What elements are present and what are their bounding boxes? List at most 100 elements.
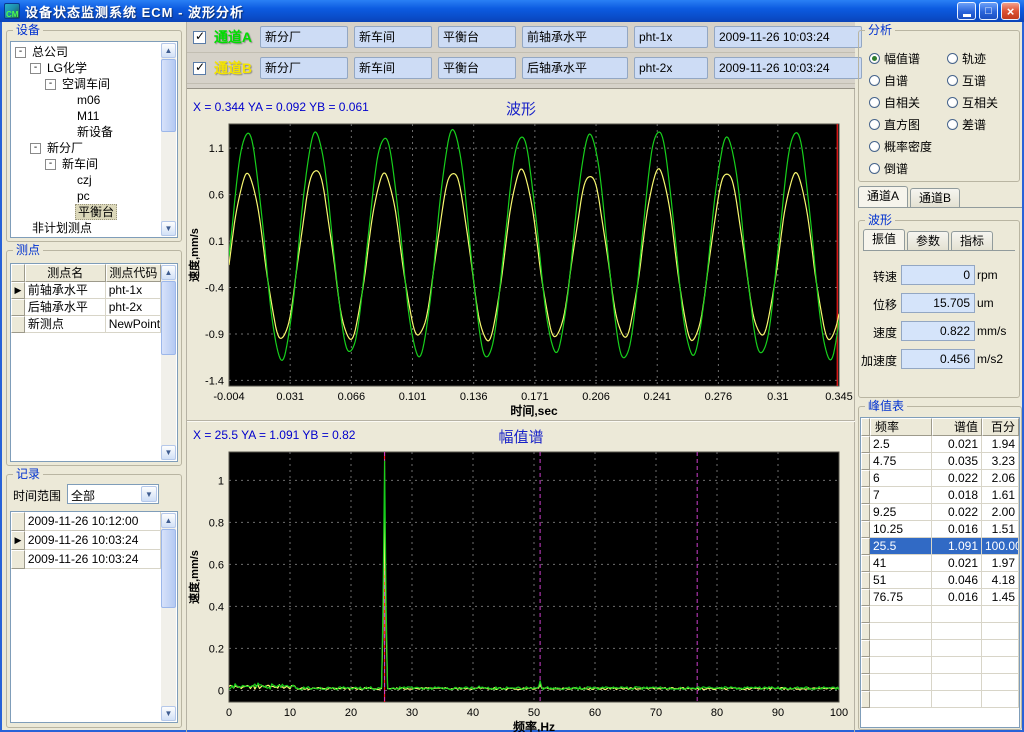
analysis-option[interactable]: 直方图 bbox=[869, 113, 947, 135]
tree-collapse-icon[interactable]: - bbox=[30, 63, 41, 74]
points-row[interactable]: 后轴承水平pht-2x bbox=[11, 299, 161, 316]
waveform-plot[interactable]: -0.0040.0310.0660.1010.1360.1710.2060.24… bbox=[187, 118, 855, 418]
peak-row[interactable] bbox=[861, 657, 1019, 674]
analysis-option[interactable]: 轨迹 bbox=[947, 47, 998, 69]
spectrum-plot[interactable]: 010203040506070809010000.20.40.60.81频率,H… bbox=[187, 446, 855, 732]
peak-row[interactable] bbox=[861, 606, 1019, 623]
analysis-option[interactable]: 倒谱 bbox=[869, 157, 947, 179]
scroll-up-icon[interactable]: ▲ bbox=[161, 265, 176, 280]
peak-row[interactable]: 10.250.0161.51 bbox=[861, 521, 1019, 538]
peaks-col-0[interactable]: 频率 bbox=[870, 418, 932, 436]
peak-row[interactable]: 25.51.091100.00 bbox=[861, 538, 1019, 555]
scroll-thumb[interactable] bbox=[161, 59, 176, 132]
tree-node[interactable]: -LG化学 bbox=[12, 60, 161, 76]
radio-icon[interactable] bbox=[869, 163, 880, 174]
analysis-option[interactable]: 差谱 bbox=[947, 113, 998, 135]
tree-node[interactable]: -空调车间 bbox=[12, 76, 161, 92]
radio-icon[interactable] bbox=[947, 119, 958, 130]
points-row[interactable]: ▶前轴承水平pht-1x bbox=[11, 282, 161, 299]
peak-row[interactable]: 60.0222.06 bbox=[861, 470, 1019, 487]
analysis-option[interactable]: 幅值谱 bbox=[869, 47, 947, 69]
tree-collapse-icon[interactable]: - bbox=[45, 159, 56, 170]
tree-node[interactable]: -总公司 bbox=[12, 44, 161, 60]
tab-参数[interactable]: 参数 bbox=[907, 231, 949, 250]
scroll-down-icon[interactable]: ▼ bbox=[161, 706, 176, 721]
tree-node[interactable]: -新分厂 bbox=[12, 140, 161, 156]
radio-icon[interactable] bbox=[869, 75, 880, 86]
peak-row[interactable] bbox=[861, 623, 1019, 640]
peak-row[interactable]: 9.250.0222.00 bbox=[861, 504, 1019, 521]
device-tree-scrollbar[interactable]: ▲▼ bbox=[161, 43, 176, 236]
channel-checkbox[interactable]: ✓ bbox=[193, 62, 206, 75]
radio-icon[interactable] bbox=[869, 119, 880, 130]
measure-field-value[interactable]: 15.705 bbox=[901, 293, 975, 313]
channel-field[interactable]: 后轴承水平 bbox=[522, 57, 628, 79]
radio-icon[interactable] bbox=[947, 75, 958, 86]
peak-row[interactable]: 510.0464.18 bbox=[861, 572, 1019, 589]
tree-node[interactable]: czj bbox=[12, 172, 161, 188]
points-col-name[interactable]: 测点名 bbox=[25, 264, 106, 282]
scroll-thumb[interactable] bbox=[161, 529, 176, 608]
tree-collapse-icon[interactable]: - bbox=[15, 47, 26, 58]
record-row[interactable]: 2009-11-26 10:03:24 bbox=[11, 550, 161, 569]
records-scrollbar[interactable]: ▲▼ bbox=[161, 513, 176, 721]
radio-icon[interactable] bbox=[869, 53, 880, 64]
peak-row[interactable]: 4.750.0353.23 bbox=[861, 453, 1019, 470]
tree-node[interactable]: M11 bbox=[12, 108, 161, 124]
peak-row[interactable]: 70.0181.61 bbox=[861, 487, 1019, 504]
restore-button[interactable]: □ bbox=[979, 2, 998, 20]
measure-field-value[interactable]: 0.822 bbox=[901, 321, 975, 341]
channel-field[interactable]: 新车间 bbox=[354, 57, 432, 79]
channel-field[interactable]: 前轴承水平 bbox=[522, 26, 628, 48]
analysis-option[interactable]: 互谱 bbox=[947, 69, 998, 91]
channel-field[interactable]: 新分厂 bbox=[260, 57, 348, 79]
points-scrollbar[interactable]: ▲▼ bbox=[161, 265, 176, 460]
analysis-option[interactable]: 自谱 bbox=[869, 69, 947, 91]
tree-node[interactable]: m06 bbox=[12, 92, 161, 108]
peak-row[interactable]: 76.750.0161.45 bbox=[861, 589, 1019, 606]
tree-node[interactable]: pc bbox=[12, 188, 161, 204]
time-range-combo[interactable]: 全部 ▼ bbox=[67, 484, 159, 504]
channel-checkbox[interactable]: ✓ bbox=[193, 31, 206, 44]
close-button[interactable]: × bbox=[1001, 2, 1020, 20]
points-col-code[interactable]: 测点代码 bbox=[106, 264, 161, 282]
radio-icon[interactable] bbox=[947, 97, 958, 108]
scroll-thumb[interactable] bbox=[161, 281, 176, 355]
analysis-option[interactable]: 互相关 bbox=[947, 91, 998, 113]
radio-icon[interactable] bbox=[869, 97, 880, 108]
peak-row[interactable] bbox=[861, 640, 1019, 657]
channel-field[interactable]: 平衡台 bbox=[438, 57, 516, 79]
tab-振值[interactable]: 振值 bbox=[863, 229, 905, 250]
radio-icon[interactable] bbox=[869, 141, 880, 152]
tree-node[interactable]: 平衡台 bbox=[12, 204, 161, 220]
tree-node[interactable]: 新设备 bbox=[12, 124, 161, 140]
tab-通道A[interactable]: 通道A bbox=[858, 186, 908, 207]
analysis-option[interactable]: 自相关 bbox=[869, 91, 947, 113]
measure-field-value[interactable]: 0.456 bbox=[901, 349, 975, 369]
tree-collapse-icon[interactable]: - bbox=[45, 79, 56, 90]
channel-field[interactable]: pht-1x bbox=[634, 26, 708, 48]
scroll-down-icon[interactable]: ▼ bbox=[161, 445, 176, 460]
channel-field[interactable]: 平衡台 bbox=[438, 26, 516, 48]
measure-field-value[interactable]: 0 bbox=[901, 265, 975, 285]
scroll-down-icon[interactable]: ▼ bbox=[161, 221, 176, 236]
channel-field[interactable]: 新分厂 bbox=[260, 26, 348, 48]
tab-指标[interactable]: 指标 bbox=[951, 231, 993, 250]
peak-row[interactable] bbox=[861, 691, 1019, 708]
channel-field[interactable]: 2009-11-26 10:03:24 bbox=[714, 57, 862, 79]
scroll-up-icon[interactable]: ▲ bbox=[161, 513, 176, 528]
channel-field[interactable]: 2009-11-26 10:03:24 bbox=[714, 26, 862, 48]
channel-field[interactable]: pht-2x bbox=[634, 57, 708, 79]
tree-collapse-icon[interactable]: - bbox=[30, 143, 41, 154]
points-row[interactable]: 新测点NewPoint bbox=[11, 316, 161, 333]
record-row[interactable]: ▶2009-11-26 10:03:24 bbox=[11, 531, 161, 550]
minimize-button[interactable] bbox=[957, 2, 976, 20]
tree-node[interactable]: -新车间 bbox=[12, 156, 161, 172]
channel-field[interactable]: 新车间 bbox=[354, 26, 432, 48]
peak-row[interactable]: 410.0211.97 bbox=[861, 555, 1019, 572]
peaks-col-2[interactable]: 百分比 bbox=[982, 418, 1019, 436]
analysis-option[interactable]: 概率密度 bbox=[869, 135, 947, 157]
combo-arrow-icon[interactable]: ▼ bbox=[141, 486, 157, 502]
radio-icon[interactable] bbox=[947, 53, 958, 64]
tab-通道B[interactable]: 通道B bbox=[910, 188, 960, 207]
